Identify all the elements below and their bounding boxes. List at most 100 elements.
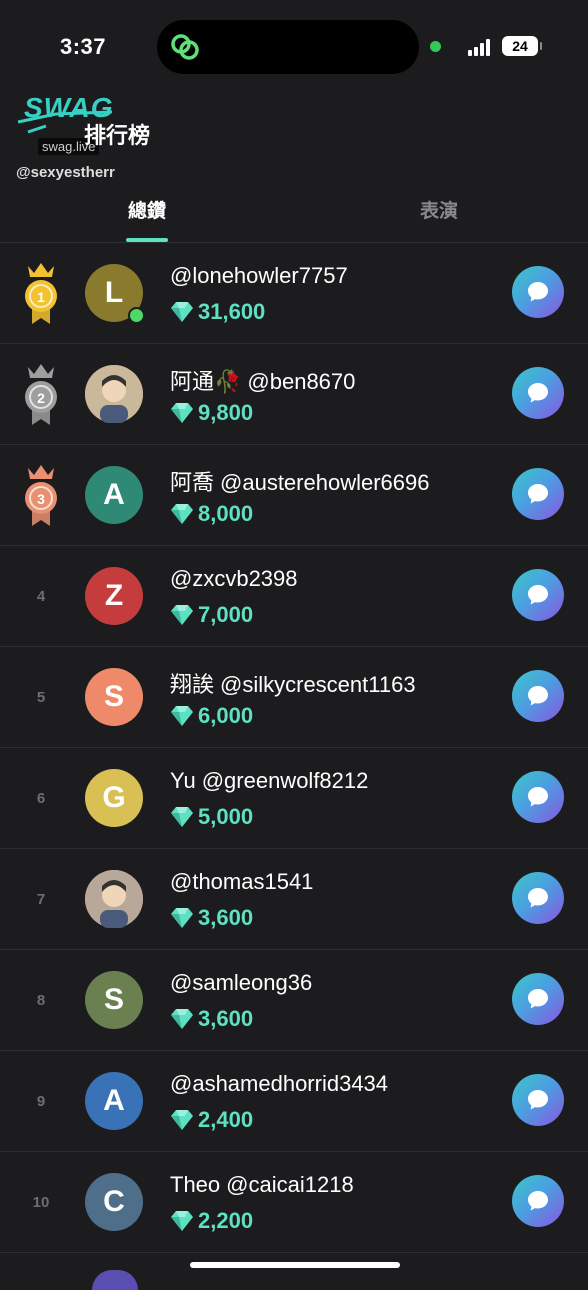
rank-badge: 2 [20, 344, 62, 444]
svg-text:3: 3 [37, 491, 45, 507]
tab-performance[interactable]: 表演 [420, 196, 458, 223]
diamond-icon [171, 1211, 193, 1231]
chat-button[interactable] [512, 973, 564, 1025]
list-item[interactable]: 1 L @lonehowler7757 31,600 [0, 243, 588, 344]
diamond-count: 3,600 [170, 905, 253, 931]
diamond-icon [171, 403, 193, 423]
svg-text:1: 1 [37, 289, 45, 305]
avatar[interactable]: G [85, 769, 143, 827]
avatar[interactable]: C [85, 1173, 143, 1231]
avatar[interactable]: A [85, 1072, 143, 1130]
rank-badge: 8 [36, 991, 46, 1009]
chat-button[interactable] [512, 468, 564, 520]
diamond-icon [171, 908, 193, 928]
diamond-count: 3,600 [170, 1006, 253, 1032]
list-item[interactable]: 6 G Yu @greenwolf8212 5,000 [0, 748, 588, 849]
diamond-icon [171, 302, 193, 322]
dynamic-island [157, 20, 419, 74]
avatar[interactable]: A [85, 466, 143, 524]
diamond-amount: 9,800 [198, 400, 254, 425]
diamond-icon [171, 504, 193, 524]
list-item[interactable]: 3 A 阿喬 @austerehowler6696 8,000 [0, 445, 588, 546]
rank-badge: 10 [32, 1193, 50, 1211]
avatar[interactable] [85, 365, 143, 423]
user-name[interactable]: 翔誒 @silkycrescent1163 [170, 667, 416, 699]
diamond-amount: 8,000 [198, 501, 254, 526]
diamond-amount: 3,600 [198, 1006, 254, 1031]
chat-bubble-icon [528, 282, 548, 302]
user-name[interactable]: Theo @caicai1218 [170, 1172, 354, 1198]
user-handle: @lonehowler7757 [170, 263, 348, 288]
user-nickname: 翔誒 [170, 672, 215, 697]
avatar [92, 1270, 138, 1290]
chat-button[interactable] [512, 266, 564, 318]
diamond-count: 2,200 [170, 1208, 253, 1234]
list-item[interactable]: 8 S @samleong36 3,600 [0, 950, 588, 1051]
avatar[interactable]: Z [85, 567, 143, 625]
user-name[interactable]: @ashamedhorrid3434 [170, 1071, 388, 1097]
user-nickname: Yu [170, 768, 196, 793]
bronze-medal-icon: 3 [25, 465, 57, 526]
user-handle: @greenwolf8212 [201, 768, 369, 793]
tab-total-diamonds[interactable]: 總鑽 [128, 196, 166, 223]
diamond-icon [171, 1009, 193, 1029]
user-name[interactable]: 阿喬 @austerehowler6696 [170, 465, 429, 497]
list-item[interactable]: 9 A @ashamedhorrid3434 2,400 [0, 1051, 588, 1152]
diamond-amount: 7,000 [198, 602, 254, 627]
active-tab-indicator [126, 238, 168, 242]
profile-photo [85, 870, 143, 928]
list-item[interactable]: 7 @thomas1541 3,600 [0, 849, 588, 950]
chat-bubble-icon [528, 686, 548, 706]
user-name[interactable]: 阿通🥀 @ben8670 [170, 364, 355, 396]
diamond-count: 2,400 [170, 1107, 253, 1133]
silver-medal-icon: 2 [25, 364, 57, 425]
online-status-dot [128, 307, 145, 324]
user-handle: @ben8670 [247, 369, 356, 394]
user-name[interactable]: @samleong36 [170, 970, 312, 996]
avatar[interactable]: S [85, 668, 143, 726]
chat-button[interactable] [512, 569, 564, 621]
avatar[interactable]: S [85, 971, 143, 1029]
page-title: 排行榜 [84, 123, 151, 148]
user-handle: @austerehowler6696 [220, 470, 430, 495]
watermark-username: @sexyestherr [16, 164, 115, 181]
chat-bubble-icon [528, 888, 548, 908]
chat-button[interactable] [512, 771, 564, 823]
status-time: 3:37 [60, 34, 107, 59]
chat-button[interactable] [512, 367, 564, 419]
list-item[interactable]: 10 C Theo @caicai1218 2,200 [0, 1152, 588, 1253]
diamond-amount: 3,600 [198, 905, 254, 930]
chat-button[interactable] [512, 670, 564, 722]
chat-button[interactable] [512, 872, 564, 924]
user-name[interactable]: Yu @greenwolf8212 [170, 768, 368, 794]
list-item[interactable]: 5 S 翔誒 @silkycrescent1163 6,000 [0, 647, 588, 748]
rank-badge: 7 [36, 890, 46, 908]
list-item[interactable]: 2 阿通🥀 @ben8670 9,800 [0, 344, 588, 445]
signal-icon [468, 39, 492, 56]
user-name[interactable]: @thomas1541 [170, 869, 313, 895]
svg-text:2: 2 [37, 390, 45, 406]
diamond-count: 5,000 [170, 804, 253, 830]
avatar[interactable] [85, 870, 143, 928]
chat-bubble-icon [528, 484, 548, 504]
chat-bubble-icon [528, 989, 548, 1009]
rank-badge: 9 [36, 1092, 46, 1110]
user-handle: @zxcvb2398 [170, 566, 298, 591]
user-name[interactable]: @zxcvb2398 [170, 566, 298, 592]
diamond-count: 8,000 [170, 501, 253, 527]
diamond-amount: 31,600 [198, 299, 266, 324]
chat-button[interactable] [512, 1074, 564, 1126]
user-name[interactable]: @lonehowler7757 [170, 263, 348, 289]
list-item[interactable]: 4 Z @zxcvb2398 7,000 [0, 546, 588, 647]
leaderboard-list: 1 L @lonehowler7757 31,600 2 阿通🥀 @ben8670 9,800… [0, 243, 588, 1253]
link-icon [171, 34, 199, 60]
diamond-count: 7,000 [170, 602, 253, 628]
user-nickname: 阿喬 [170, 470, 215, 495]
rank-badge: 6 [36, 789, 46, 807]
diamond-icon [171, 605, 193, 625]
chat-bubble-icon [528, 585, 548, 605]
chat-button[interactable] [512, 1175, 564, 1227]
user-handle: @ashamedhorrid3434 [170, 1071, 389, 1096]
diamond-count: 6,000 [170, 703, 253, 729]
home-indicator[interactable] [190, 1262, 400, 1268]
